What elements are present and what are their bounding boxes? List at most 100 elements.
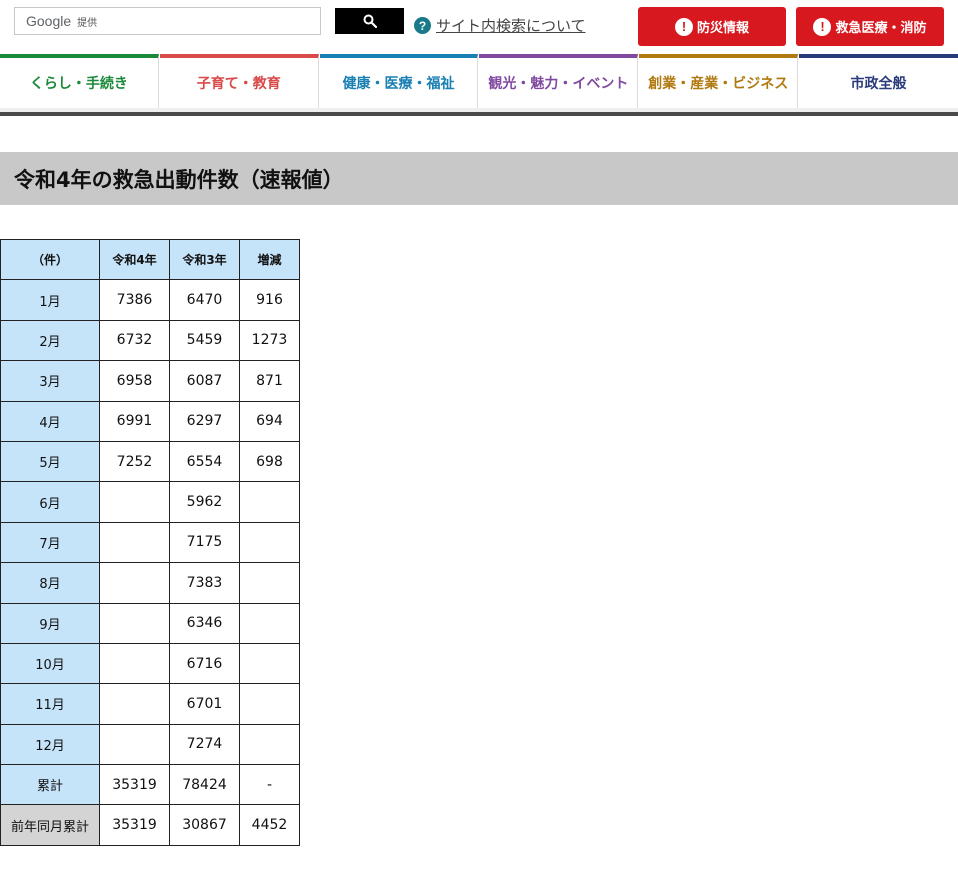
cell-reiwa3: 6554 [169,440,240,483]
row-label: 8月 [0,562,100,604]
cell-reiwa4 [99,481,170,523]
cell-change [239,683,300,725]
alert-icon: ! [674,17,693,36]
cell-change: 916 [239,279,300,321]
table-row: 4月 6991 6297 694 [0,400,300,442]
table-row: 前年同月累計 35319 30867 4452 [0,804,300,846]
row-label: 9月 [0,602,100,644]
cell-reiwa4 [99,562,170,604]
table-row: 10月 6716 [0,642,300,685]
header-reiwa3: 令和3年 [169,238,240,281]
google-logo: Google [26,13,72,29]
page-title: 令和4年の救急出動件数（速報値） [14,167,344,192]
nav-item-health[interactable]: 健康・医療・福祉 [319,54,479,108]
cell-reiwa4: 6991 [99,400,170,442]
table-row: 累計 35319 78424- [0,764,300,806]
search-help[interactable]: ? サイト内検索について [414,15,586,36]
cell-change [239,521,300,564]
cell-change: - [239,764,300,806]
table-row: 6月 5962 [0,481,300,523]
cell-change [239,481,300,523]
cell-reiwa3: 7383 [169,562,240,604]
cell-reiwa3: 7175 [169,521,240,564]
table-row: 2月 6732 5459 1273 [0,319,300,362]
cell-reiwa3: 5459 [169,319,240,362]
cell-reiwa4: 35319 [99,804,170,846]
cell-reiwa3: 78424 [169,764,240,806]
nav-item-tourism[interactable]: 観光・魅力・イベント [479,54,639,108]
header-unit: （件） [0,238,100,281]
emergency-medical-button[interactable]: ! 救急医療・消防 [796,7,944,46]
cell-reiwa3: 5962 [169,481,240,523]
cell-reiwa3: 6346 [169,602,240,644]
header-change: 増減 [239,238,300,281]
row-label: 4月 [0,400,100,442]
nav-divider-dark [0,112,958,116]
table-row: 1月 7386 6470 916 [0,279,300,321]
nav-item-childcare[interactable]: 子育て・教育 [159,54,319,108]
header-reiwa4: 令和4年 [99,238,170,281]
cell-change: 1273 [239,319,300,362]
cell-reiwa4: 35319 [99,764,170,806]
row-label: 2月 [0,319,100,362]
ambulance-dispatch-table: （件） 令和4年 令和3年 増減 1月 7386 6470 916 2月 6732 5459… [0,238,300,846]
emergency-medical-label: 救急医療・消防 [835,21,927,36]
cell-reiwa3: 6087 [169,360,240,402]
cell-change: 871 [239,360,300,402]
cell-change: 698 [239,440,300,483]
site-search-input[interactable]: Google 提供 [14,7,321,35]
cell-reiwa4: 6958 [99,360,170,402]
cell-change [239,723,300,766]
global-nav: くらし・手続き 子育て・教育 健康・医療・福祉 観光・魅力・イベント 創業・産業… [0,54,958,108]
row-label: 累計 [0,764,100,806]
row-label: 3月 [0,360,100,402]
search-help-link[interactable]: サイト内検索について [436,15,586,36]
cell-change [239,562,300,604]
row-label: 前年同月累計 [0,804,100,846]
question-icon: ? [414,17,431,34]
nav-item-living[interactable]: くらし・手続き [0,54,159,108]
cell-change: 4452 [239,804,300,846]
cell-reiwa4 [99,723,170,766]
cell-reiwa4: 7252 [99,440,170,483]
cell-reiwa3: 6297 [169,400,240,442]
cell-reiwa4: 6732 [99,319,170,362]
table-row: 12月 7274 [0,723,300,766]
cell-change [239,642,300,685]
cell-change: 694 [239,400,300,442]
row-label: 7月 [0,521,100,564]
cell-reiwa3: 7274 [169,723,240,766]
nav-item-city-admin[interactable]: 市政全般 [799,54,958,108]
alert-icon: ! [813,17,832,36]
cell-reiwa4 [99,521,170,564]
cell-reiwa4 [99,642,170,685]
disaster-info-button[interactable]: ! 防災情報 [638,7,786,46]
table-row: 8月 7383 [0,562,300,604]
google-provided-label: 提供 [77,17,98,29]
row-label: 6月 [0,481,100,523]
cell-change [239,602,300,644]
row-label: 11月 [0,683,100,725]
page-title-bar: 令和4年の救急出動件数（速報値） [0,152,958,205]
nav-item-business[interactable]: 創業・産業・ビジネス [639,54,799,108]
cell-reiwa3: 6701 [169,683,240,725]
disaster-info-label: 防災情報 [696,21,749,36]
row-label: 5月 [0,440,100,483]
cell-reiwa3: 6716 [169,642,240,685]
table-row: 3月 6958 6087 871 [0,360,300,402]
cell-reiwa3: 6470 [169,279,240,321]
cell-reiwa4: 7386 [99,279,170,321]
row-label: 10月 [0,642,100,685]
table-row: 7月 7175 [0,521,300,564]
cell-reiwa4 [99,683,170,725]
search-icon [363,14,377,28]
table-header-row: （件） 令和4年 令和3年 増減 [0,238,300,281]
table-row: 11月 6701 [0,683,300,725]
table-row: 5月 7252 6554 698 [0,440,300,483]
cell-reiwa3: 30867 [169,804,240,846]
search-button[interactable] [335,8,404,34]
row-label: 12月 [0,723,100,766]
cell-reiwa4 [99,602,170,644]
row-label: 1月 [0,279,100,321]
table-row: 9月 6346 [0,602,300,644]
